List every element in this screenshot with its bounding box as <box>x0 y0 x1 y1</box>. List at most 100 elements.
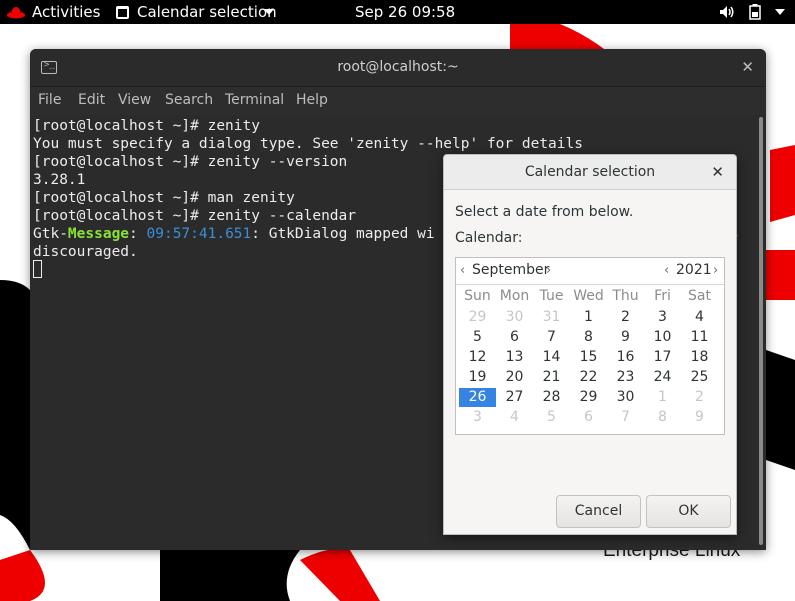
calendar-day[interactable]: 22 <box>570 368 607 387</box>
terminal-title: root@localhost:~ <box>337 59 459 75</box>
weekday-header: Sat <box>688 288 711 304</box>
calendar-day[interactable]: 9 <box>607 328 644 347</box>
calendar-day[interactable]: 17 <box>644 348 681 367</box>
gtk-text: : GtkDialog mapped wi <box>251 226 435 242</box>
calendar-day[interactable]: 2 <box>681 388 718 407</box>
ok-button[interactable]: OK <box>646 495 731 528</box>
calendar-day[interactable]: 30 <box>607 388 644 407</box>
calendar-day[interactable]: 16 <box>607 348 644 367</box>
calendar-day[interactable]: 1 <box>644 388 681 407</box>
calendar-day[interactable]: 31 <box>533 308 570 327</box>
menu-edit[interactable]: Edit <box>78 92 105 108</box>
dialog-close-icon[interactable]: ✕ <box>711 163 724 181</box>
calendar-day[interactable]: 21 <box>533 368 570 387</box>
weekday-header: Sun <box>464 288 491 304</box>
menu-view[interactable]: View <box>118 92 151 108</box>
weekday-header: Tue <box>539 288 564 304</box>
menu-search[interactable]: Search <box>165 92 213 108</box>
volume-icon[interactable] <box>719 5 735 19</box>
calendar-day[interactable]: 4 <box>496 408 533 427</box>
calendar-day[interactable]: 8 <box>570 328 607 347</box>
cancel-button[interactable]: Cancel <box>556 495 641 528</box>
calendar-day[interactable]: 7 <box>533 328 570 347</box>
menu-file[interactable]: File <box>38 92 61 108</box>
terminal-line: discouraged. <box>33 244 138 260</box>
dialog-titlebar[interactable]: Calendar selection ✕ <box>444 155 736 190</box>
weekday-header: Mon <box>499 288 530 304</box>
calendar-day[interactable]: 30 <box>496 308 533 327</box>
battery-icon[interactable] <box>749 4 761 20</box>
menu-terminal[interactable]: Terminal <box>225 92 284 108</box>
redhat-icon <box>7 7 25 19</box>
terminal-titlebar[interactable]: >_ root@localhost:~ ✕ <box>30 49 766 87</box>
gtk-prefix: Gtk- <box>33 226 68 242</box>
calendar-day[interactable]: 27 <box>496 388 533 407</box>
calendar-day[interactable]: 2 <box>607 308 644 327</box>
calendar-day[interactable]: 19 <box>459 368 496 387</box>
terminal-line: 3.28.1 <box>33 172 86 188</box>
calendar-day[interactable]: 14 <box>533 348 570 367</box>
calendar-day[interactable]: 6 <box>570 408 607 427</box>
calendar-day[interactable]: 15 <box>570 348 607 367</box>
calendar-label: Calendar: <box>455 230 523 246</box>
dialog-prompt: Select a date from below. <box>455 204 634 220</box>
calendar-day[interactable]: 24 <box>644 368 681 387</box>
calendar-day[interactable]: 11 <box>681 328 718 347</box>
calendar-day[interactable]: 4 <box>681 308 718 327</box>
calendar-day[interactable]: 9 <box>681 408 718 427</box>
calendar-day[interactable]: 6 <box>496 328 533 347</box>
activities-button[interactable]: Activities <box>32 3 100 21</box>
dialog-title: Calendar selection <box>524 164 656 180</box>
gtk-message-line: Gtk-Message: 09:57:41.651: GtkDialog map… <box>33 225 435 243</box>
calendar-day[interactable]: 29 <box>570 388 607 407</box>
calendar-day[interactable]: 3 <box>644 308 681 327</box>
calendar-day[interactable]: 20 <box>496 368 533 387</box>
scrollbar-thumb[interactable] <box>759 117 763 545</box>
gtk-level: Message <box>67 226 130 242</box>
close-icon[interactable]: ✕ <box>741 58 754 76</box>
menu-help[interactable]: Help <box>296 92 328 108</box>
prev-month-icon[interactable]: ‹ <box>460 263 465 278</box>
calendar-day[interactable]: 8 <box>644 408 681 427</box>
terminal-line: [root@localhost ~]# zenity --version <box>33 154 348 170</box>
calendar-day[interactable]: 7 <box>607 408 644 427</box>
calendar-day[interactable]: 29 <box>459 308 496 327</box>
month-label: September <box>472 262 550 278</box>
weekday-header: Thu <box>612 288 639 304</box>
terminal-line: [root@localhost ~]# zenity <box>33 118 260 134</box>
calendar-day[interactable]: 5 <box>459 328 496 347</box>
calendar-day[interactable]: 25 <box>681 368 718 387</box>
terminal-line: You must specify a dialog type. See 'zen… <box>33 136 583 152</box>
calendar-day[interactable]: 28 <box>533 388 570 407</box>
chevron-down-icon[interactable] <box>264 9 274 15</box>
top-bar: Activities Calendar selection Sep 26 09:… <box>0 0 795 24</box>
calendar-day[interactable]: 23 <box>607 368 644 387</box>
gtk-separator: : <box>129 226 147 242</box>
terminal-line: [root@localhost ~]# man zenity <box>33 190 295 206</box>
calendar-header: ‹ September › ‹ 2021 › <box>456 258 724 285</box>
gtk-timestamp: 09:57:41.651 <box>146 226 252 242</box>
calendar-day-selected[interactable]: 26 <box>459 388 496 407</box>
calendar-dialog: Calendar selection ✕ Select a date from … <box>443 154 737 535</box>
clock[interactable]: Sep 26 09:58 <box>355 3 455 21</box>
weekday-header: Wed <box>573 288 604 304</box>
terminal-menubar: File Edit View Search Terminal Help <box>30 87 766 115</box>
calendar-day[interactable]: 12 <box>459 348 496 367</box>
year-label: 2021 <box>676 262 712 278</box>
terminal-line: [root@localhost ~]# zenity --calendar <box>33 208 357 224</box>
calendar-day[interactable]: 18 <box>681 348 718 367</box>
terminal-cursor <box>33 260 42 278</box>
app-menu-button[interactable]: Calendar selection <box>137 3 277 21</box>
prev-year-icon[interactable]: ‹ <box>664 263 669 278</box>
calendar-day[interactable]: 10 <box>644 328 681 347</box>
calendar-day[interactable]: 13 <box>496 348 533 367</box>
next-month-icon[interactable]: › <box>546 263 551 278</box>
calendar-day[interactable]: 1 <box>570 308 607 327</box>
weekday-header: Fri <box>654 288 671 304</box>
app-window-icon <box>116 6 129 19</box>
calendar-day[interactable]: 3 <box>459 408 496 427</box>
next-year-icon[interactable]: › <box>713 263 718 278</box>
system-menu-chevron-icon[interactable] <box>775 9 785 15</box>
calendar-widget[interactable]: ‹ September › ‹ 2021 › Sun Mon Tue Wed Thu Fr… <box>455 257 725 435</box>
calendar-day[interactable]: 5 <box>533 408 570 427</box>
